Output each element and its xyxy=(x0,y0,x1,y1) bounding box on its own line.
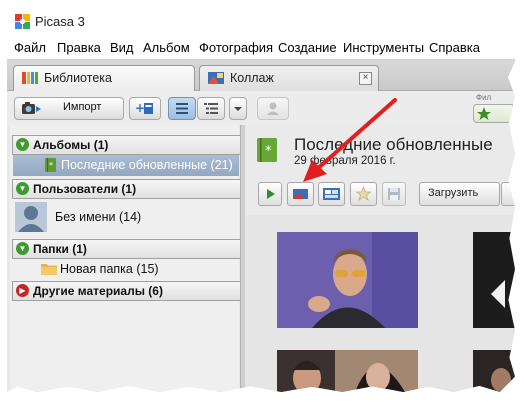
picasa-logo-icon xyxy=(15,14,30,29)
play-slideshow-button[interactable] xyxy=(258,182,282,206)
upload-label: Загрузить xyxy=(428,187,479,199)
people-section-label: Пользователи (1) xyxy=(33,182,137,196)
tab-library[interactable]: Библиотека xyxy=(13,65,195,91)
photo-image xyxy=(277,232,418,328)
album-book-icon: * xyxy=(257,138,277,162)
photo-thumbnail[interactable] xyxy=(473,350,515,392)
menu-view[interactable]: Вид xyxy=(110,40,134,55)
chevron-down-icon xyxy=(234,107,242,111)
library-toolbar: Импорт + Фил xyxy=(7,91,515,125)
left-navigation-panel: ▼ Альбомы (1) * Последние обновленные (2… xyxy=(10,125,241,392)
star-outline-icon xyxy=(355,185,372,201)
album-item-recent[interactable]: * Последние обновленные (21) xyxy=(13,155,239,176)
view-photo-button[interactable] xyxy=(287,182,314,206)
more-actions-button[interactable] xyxy=(501,182,515,206)
people-section-header[interactable]: ▼ Пользователи (1) xyxy=(12,179,241,199)
tree-view-button[interactable] xyxy=(197,97,225,120)
folder-item-label: Новая папка (15) xyxy=(60,262,159,276)
other-section-label: Другие материалы (6) xyxy=(33,284,163,298)
photo-thumbnail[interactable] xyxy=(277,232,418,328)
menu-photo[interactable]: Фотография xyxy=(199,40,273,55)
import-button[interactable]: Импорт xyxy=(14,97,124,120)
tab-bar: Библиотека Коллаж × xyxy=(7,60,515,91)
svg-text:+: + xyxy=(135,101,145,115)
menu-help[interactable]: Справка xyxy=(429,40,480,55)
window-title: Picasa 3 xyxy=(35,14,85,29)
menu-bar: Файл Правка Вид Альбом Фотография Создан… xyxy=(7,35,515,60)
collapse-icon[interactable]: ▼ xyxy=(16,138,29,151)
create-collage-button[interactable] xyxy=(318,182,345,206)
photo-thumbnail[interactable] xyxy=(473,232,515,328)
folder-item-new[interactable]: Новая папка (15) xyxy=(13,259,239,280)
person-silhouette-icon xyxy=(15,202,47,232)
photo-image xyxy=(277,350,418,392)
collage-icon xyxy=(323,188,340,200)
tree-view-icon xyxy=(204,103,218,114)
menu-file[interactable]: Файл xyxy=(14,40,46,55)
album-book-icon: * xyxy=(45,158,56,172)
collapse-icon[interactable]: ▼ xyxy=(16,182,29,195)
people-icon xyxy=(267,102,279,115)
photo-image xyxy=(473,350,515,392)
menu-create[interactable]: Создание xyxy=(278,40,337,55)
tab-collage[interactable]: Коллаж × xyxy=(199,65,379,91)
save-button[interactable] xyxy=(382,182,406,206)
view-dropdown-button[interactable] xyxy=(229,97,247,120)
album-title: Последние обновленные xyxy=(294,135,493,154)
people-button[interactable] xyxy=(257,97,289,120)
album-view-panel: * Последние обновленные 29 февраля 2016 … xyxy=(245,125,515,392)
add-album-button[interactable]: + xyxy=(129,97,161,120)
star-icon xyxy=(477,107,491,120)
tab-library-label: Библиотека xyxy=(44,71,112,85)
avatar xyxy=(15,202,47,232)
title-bar: Picasa 3 xyxy=(7,8,515,35)
photo-icon xyxy=(293,189,308,199)
floppy-disk-icon xyxy=(388,188,400,200)
camera-import-icon xyxy=(22,102,41,114)
folders-section-label: Папки (1) xyxy=(33,242,87,256)
upload-button[interactable]: Загрузить xyxy=(419,182,500,206)
play-icon xyxy=(267,189,275,199)
menu-tools[interactable]: Инструменты xyxy=(343,40,424,55)
person-item-label: Без имени (14) xyxy=(55,210,142,224)
album-date: 29 февраля 2016 г. xyxy=(294,155,396,167)
albums-section-label: Альбомы (1) xyxy=(33,138,109,152)
import-label: Импорт xyxy=(63,101,102,113)
menu-edit[interactable]: Правка xyxy=(57,40,101,55)
album-item-label: Последние обновленные (21) xyxy=(61,158,233,172)
albums-section-header[interactable]: ▼ Альбомы (1) xyxy=(12,135,241,155)
library-icon xyxy=(22,72,38,84)
expand-icon[interactable]: ▶ xyxy=(16,284,29,297)
person-item-unnamed[interactable]: Без имени (14) xyxy=(13,200,239,236)
add-album-icon: + xyxy=(135,101,153,115)
svg-text:*: * xyxy=(49,161,53,170)
folder-icon xyxy=(41,264,57,275)
picasa-window: Picasa 3 Файл Правка Вид Альбом Фотограф… xyxy=(7,8,515,392)
star-button[interactable] xyxy=(350,182,377,206)
list-view-button[interactable] xyxy=(168,97,196,120)
photo-grid xyxy=(245,215,515,392)
close-tab-icon[interactable]: × xyxy=(359,72,372,85)
tab-collage-label: Коллаж xyxy=(230,71,274,85)
starred-filter-button[interactable] xyxy=(473,104,515,123)
collapse-icon[interactable]: ▼ xyxy=(16,242,29,255)
menu-album[interactable]: Альбом xyxy=(143,40,190,55)
folders-section-header[interactable]: ▼ Папки (1) xyxy=(12,239,241,259)
svg-text:*: * xyxy=(265,144,272,159)
screenshot-canvas: Picasa 3 Файл Правка Вид Альбом Фотограф… xyxy=(0,0,524,403)
other-section-header[interactable]: ▶ Другие материалы (6) xyxy=(12,281,241,301)
list-view-icon xyxy=(176,103,188,114)
filter-label: Фил xyxy=(476,93,492,102)
photo-thumbnail[interactable] xyxy=(277,350,418,392)
collage-icon xyxy=(208,72,224,84)
photo-image xyxy=(473,232,515,328)
